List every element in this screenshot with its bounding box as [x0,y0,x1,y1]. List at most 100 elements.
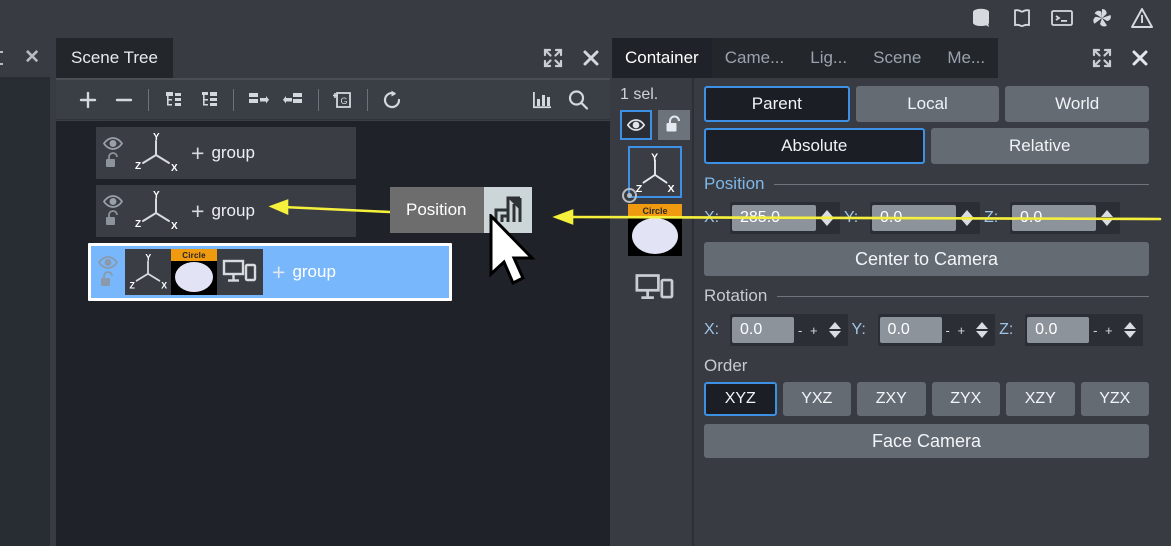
left-dock-tab-stub: ✕ [0,38,50,77]
tree-row[interactable]: Y Z X + group [96,127,356,179]
spin-down-icon[interactable] [961,219,973,226]
rotation-x-minus-plus[interactable]: - + [794,323,824,338]
spin-up-icon[interactable] [976,322,989,329]
row-visibility-lock[interactable] [91,255,125,289]
rotation-y-minus-plus[interactable]: - + [942,323,972,338]
rotation-y-input[interactable]: 0.0 [879,317,942,343]
position-z-input[interactable]: 0.0 [1012,205,1096,231]
rotation-z-spin[interactable] [1119,322,1141,338]
circle-thumbnail-caption: Circle [628,204,682,217]
order-button-xyz[interactable]: XYZ [704,382,777,416]
position-z-spin[interactable] [1096,210,1118,226]
order-button-xzy[interactable]: XZY [1006,382,1075,416]
visibility-toggle-button[interactable] [620,110,652,140]
spin-up-icon[interactable] [828,322,841,329]
spin-up-icon[interactable] [821,210,833,217]
eye-icon [97,256,119,269]
tab-container[interactable]: Container [612,38,712,78]
row-visibility-lock[interactable] [96,136,130,170]
tab-light[interactable]: Lig... [797,38,861,78]
rotation-z-minus-plus[interactable]: - + [1089,323,1119,338]
left-dock-sliver [0,38,50,546]
position-x-spin[interactable] [816,210,838,226]
order-button-yxz[interactable]: YXZ [782,382,851,416]
tab-mesh[interactable]: Me... [934,38,999,78]
screen-thumbnail[interactable] [628,262,682,314]
circle-thumbnail[interactable]: Circle [628,204,682,256]
row-expand-plus[interactable]: + [191,199,204,223]
face-camera-button[interactable]: Face Camera [704,424,1149,458]
rotation-x-input[interactable]: 0.0 [732,317,794,343]
axes-thumbnail[interactable]: Y Z X [628,146,682,198]
tab-scene-tree[interactable]: Scene Tree [56,38,173,78]
center-to-camera-button[interactable]: Center to Camera [704,242,1149,276]
position-x-input[interactable]: 285.0 [732,205,816,231]
add-group-button[interactable]: G [325,85,361,115]
refresh-button[interactable] [374,85,410,115]
svg-text:X: X [171,163,178,174]
spin-up-icon[interactable] [1101,210,1113,217]
active-object-radio[interactable] [622,188,637,203]
space-button-world[interactable]: World [1005,86,1150,122]
tree-row[interactable]: Y Z X + group [96,185,356,237]
spin-up-icon[interactable] [961,210,973,217]
spin-down-icon[interactable] [976,331,989,338]
position-section-header: Position [704,174,1149,194]
pinwheel-icon[interactable] [1089,4,1115,32]
top-icon-bar [0,0,1171,38]
position-y-input[interactable]: 0.0 [872,205,956,231]
position-x-stepper[interactable]: 285.0 [730,202,840,234]
spin-down-icon[interactable] [821,219,833,226]
rotation-x-spin[interactable] [824,322,846,338]
left-dock-close-icon[interactable]: ✕ [24,48,40,67]
scene-tree-maximize-icon[interactable] [534,38,572,78]
properties-close-icon[interactable] [1121,38,1159,78]
collapse-tree-button[interactable] [191,85,227,115]
tab-scene[interactable]: Scene [860,38,935,78]
properties-maximize-icon[interactable] [1083,38,1121,78]
spin-down-icon[interactable] [1123,331,1136,338]
remove-node-button[interactable] [106,85,142,115]
spin-down-icon[interactable] [1101,219,1113,226]
circle-shape [175,262,213,292]
database-icon[interactable] [969,4,995,32]
rotation-y-stepper[interactable]: 0.0 - + [877,314,996,346]
app-window: ✕ Scene Tree G Y Z X + group Y Z X + gro… [0,0,1171,546]
book-icon[interactable] [1009,4,1035,32]
rotation-y-spin[interactable] [971,322,993,338]
row-expand-plus[interactable]: + [272,260,285,284]
row-visibility-lock[interactable] [96,194,130,228]
rotation-x-stepper[interactable]: 0.0 - + [730,314,848,346]
space-button-local[interactable]: Local [855,86,1000,122]
rotation-z-input[interactable]: 0.0 [1027,317,1090,343]
row-expand-plus[interactable]: + [191,141,204,165]
mode-button-absolute[interactable]: Absolute [704,128,925,164]
order-button-yzx[interactable]: YZX [1080,382,1149,416]
spin-up-icon[interactable] [1123,322,1136,329]
tree-row[interactable]: Y Z X Circle + group [88,243,452,301]
left-dock-maximize-icon[interactable] [0,50,4,66]
screen-icon [217,249,263,295]
tab-camera[interactable]: Came... [711,38,798,78]
unlock-icon [106,210,118,225]
position-z-stepper[interactable]: 0.0 [1010,202,1120,234]
space-button-parent[interactable]: Parent [704,86,850,122]
order-button-zxy[interactable]: ZXY [857,382,926,416]
search-button[interactable] [560,85,596,115]
terminal-icon[interactable] [1049,4,1075,32]
statistics-button[interactable] [524,85,560,115]
warning-triangle-icon[interactable] [1129,4,1155,32]
position-y-stepper[interactable]: 0.0 [870,202,980,234]
spin-down-icon[interactable] [828,331,841,338]
order-button-zyx[interactable]: ZYX [931,382,1000,416]
scene-tree-list[interactable]: Y Z X + group Y Z X + group Y Z X Circle… [56,121,610,546]
rotation-z-stepper[interactable]: 0.0 - + [1025,314,1143,346]
outdent-node-button[interactable] [240,85,276,115]
mode-button-relative[interactable]: Relative [930,128,1149,164]
expand-tree-button[interactable] [155,85,191,115]
position-y-spin[interactable] [956,210,978,226]
indent-node-button[interactable] [276,85,312,115]
lock-toggle-button[interactable] [658,110,690,140]
add-node-button[interactable] [70,85,106,115]
scene-tree-close-icon[interactable] [572,38,610,78]
